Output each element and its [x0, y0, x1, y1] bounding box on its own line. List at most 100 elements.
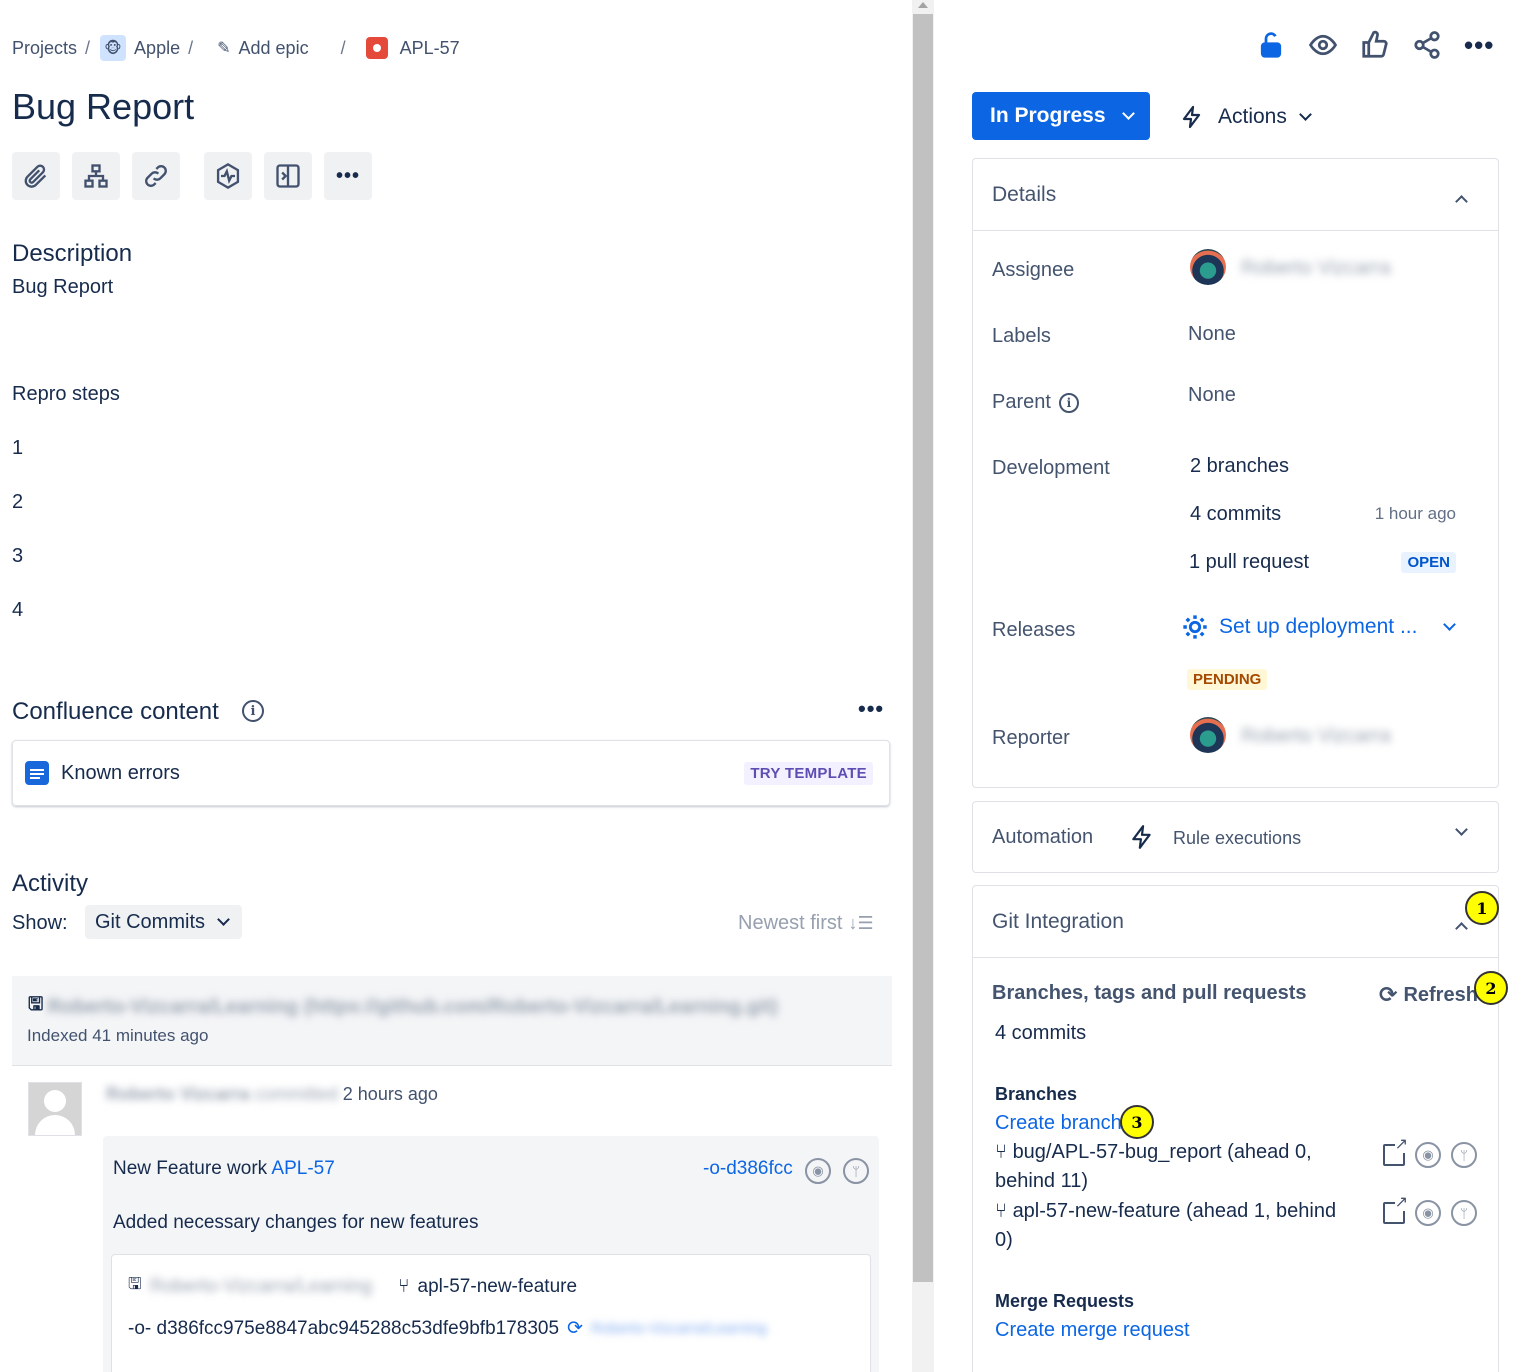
setup-deployment-link[interactable]: Set up deployment ... [1181, 613, 1457, 641]
merge-icon[interactable]: ᛘ [1451, 1200, 1477, 1226]
external-link-icon[interactable] [1383, 1137, 1408, 1166]
avatar[interactable] [1190, 249, 1226, 285]
external-link-icon[interactable] [1383, 1195, 1408, 1224]
chevron-up-icon[interactable] [1455, 195, 1468, 208]
more-icon[interactable]: ••• [1464, 30, 1494, 60]
document-icon [25, 761, 49, 785]
issue-key-label[interactable]: APL-57 [400, 38, 460, 59]
sort-order-button[interactable]: Newest first ↓☰ [738, 912, 874, 935]
like-icon[interactable] [1360, 30, 1390, 60]
issue-title[interactable]: Bug Report [12, 86, 194, 128]
branches-link[interactable]: 2 branches [1190, 455, 1289, 478]
commit-hash-link[interactable]: -o-d386fcc [703, 1158, 793, 1180]
info-icon[interactable]: i [242, 700, 264, 722]
repository-icon: 🖫 [28, 994, 44, 1014]
template-name: Known errors [61, 761, 180, 784]
commit-meta: Roberto Vizcarra committed 2 hours ago [106, 1084, 438, 1105]
annotation-badge: 2 [1474, 971, 1508, 1005]
branch-item[interactable]: ⑂ apl-57-new-feature (ahead 1, behind 0) [995, 1197, 1355, 1255]
link-issue-button[interactable] [132, 152, 180, 200]
repro-step[interactable]: 3 [12, 545, 23, 568]
scrollbar-thumb[interactable] [913, 14, 933, 1282]
commit-full-hash-line: -o- d386fcc975e8847abc945288c53dfe9bfb17… [128, 1317, 767, 1340]
confluence-heading: Confluence content [12, 698, 219, 725]
repro-step[interactable]: 4 [12, 599, 23, 622]
sort-icon: ↓☰ [848, 913, 874, 933]
commit-branch[interactable]: apl-57-new-feature [418, 1276, 577, 1298]
reporter-name[interactable]: Roberto Vizcarra [1241, 725, 1391, 748]
repo-name[interactable]: 🖫 Roberto-Vizcarra/Learning (https://git… [28, 992, 778, 1022]
repo-name-text[interactable]: Roberto-Vizcarra/Learning (https://githu… [47, 996, 777, 1019]
app-panel-button[interactable] [264, 152, 312, 200]
lock-open-icon[interactable] [1256, 30, 1286, 60]
development-label: Development [992, 457, 1110, 479]
chevron-down-icon[interactable] [1443, 618, 1457, 631]
issue-key-link[interactable]: APL-57 [271, 1158, 334, 1179]
breadcrumb-issue[interactable]: APL-57 [365, 37, 460, 59]
confluence-more-button[interactable]: ••• [858, 696, 884, 722]
add-child-issue-button[interactable] [72, 152, 120, 200]
refresh-button[interactable]: ⟳ Refresh [1379, 982, 1478, 1008]
app-pulse-button[interactable] [204, 152, 252, 200]
branch-name[interactable]: apl-57-new-feature (ahead 1, behind 0) [995, 1200, 1336, 1251]
chevron-down-icon [217, 913, 230, 926]
breadcrumb-project[interactable]: 🐵 Apple [100, 35, 180, 61]
share-icon[interactable] [1412, 30, 1442, 60]
pull-request-link[interactable]: 1 pull request [1189, 551, 1309, 574]
github-icon[interactable]: ◉ [1415, 1200, 1441, 1226]
more-actions-button[interactable]: ••• [324, 152, 372, 200]
commit-full-hash[interactable]: -o- d386fcc975e8847abc945288c53dfe9bfb17… [128, 1318, 559, 1340]
labels-value[interactable]: None [1188, 323, 1236, 346]
activity-filter-select[interactable]: Git Commits [85, 905, 242, 939]
automation-heading: Automation [992, 826, 1094, 848]
branch-item[interactable]: ⑂ bug/APL-57-bug_report (ahead 0, behind… [995, 1138, 1355, 1196]
breadcrumb-project-label[interactable]: Apple [134, 38, 180, 59]
show-label: Show: [12, 912, 68, 934]
commit-repo-branch: 🖫 Roberto-Vizcarra/Learning ⑂ apl-57-new… [128, 1273, 577, 1300]
sync-icon: ⟳ [567, 1318, 583, 1339]
assignee-name[interactable]: Roberto Vizcarra [1241, 257, 1391, 280]
branch-name[interactable]: bug/APL-57-bug_report (ahead 0, behind 1… [995, 1141, 1312, 1192]
add-epic-button[interactable]: ✎ Add epic [217, 38, 308, 59]
watch-icon[interactable] [1308, 30, 1338, 60]
repro-step[interactable]: 2 [12, 491, 23, 514]
parent-value[interactable]: None [1188, 384, 1236, 407]
description-text[interactable]: Bug Report [12, 276, 113, 299]
pencil-icon: ✎ [217, 40, 231, 57]
commit-author[interactable]: Roberto Vizcarra [106, 1084, 250, 1104]
chevron-up-icon[interactable] [1455, 922, 1468, 935]
merge-icon[interactable]: ᛘ [1451, 1142, 1477, 1168]
commit-time: 2 hours ago [342, 1084, 438, 1104]
info-icon[interactable]: i [1058, 392, 1079, 413]
commit-repo[interactable]: Roberto-Vizcarra/Learning [150, 1276, 373, 1298]
git-integration-header[interactable]: Git Integration [973, 886, 1498, 958]
add-epic-label[interactable]: Add epic [239, 38, 309, 59]
hash-repo[interactable]: Roberto-Vizcarra/Learning [591, 1320, 767, 1337]
git-commits-count[interactable]: 4 commits [995, 1022, 1086, 1045]
github-icon[interactable]: ◉ [1415, 1142, 1441, 1168]
scroll-up-icon[interactable] [918, 2, 928, 8]
commits-link[interactable]: 4 commits [1190, 503, 1281, 526]
chevron-down-icon[interactable] [1455, 823, 1468, 836]
chevron-down-icon [1121, 107, 1135, 120]
create-merge-request-link[interactable]: Create merge request [995, 1319, 1190, 1342]
try-template-button[interactable]: TRY TEMPLATE [744, 761, 873, 785]
project-avatar-icon: 🐵 [100, 35, 127, 61]
details-header[interactable]: Details [973, 159, 1498, 231]
status-dropdown[interactable]: In Progress [972, 92, 1150, 140]
merge-icon[interactable]: ᛘ [843, 1158, 869, 1184]
repro-step[interactable]: 1 [12, 437, 23, 460]
breadcrumb-projects[interactable]: Projects [12, 38, 77, 59]
automation-panel[interactable]: Automation Rule executions [972, 801, 1499, 873]
avatar[interactable] [1190, 717, 1226, 753]
confluence-template-card[interactable]: Known errors TRY TEMPLATE [12, 740, 890, 806]
merge-requests-heading: Merge Requests [995, 1291, 1135, 1311]
attach-button[interactable] [12, 152, 60, 200]
details-heading: Details [992, 183, 1057, 206]
github-icon[interactable]: ◉ [805, 1158, 831, 1184]
create-branch-link[interactable]: Create branch [995, 1112, 1122, 1135]
repro-steps-heading[interactable]: Repro steps [12, 383, 120, 406]
scrollbar[interactable] [912, 0, 934, 1372]
actions-dropdown[interactable]: Actions [1180, 96, 1312, 138]
breadcrumb-projects-label[interactable]: Projects [12, 38, 77, 59]
